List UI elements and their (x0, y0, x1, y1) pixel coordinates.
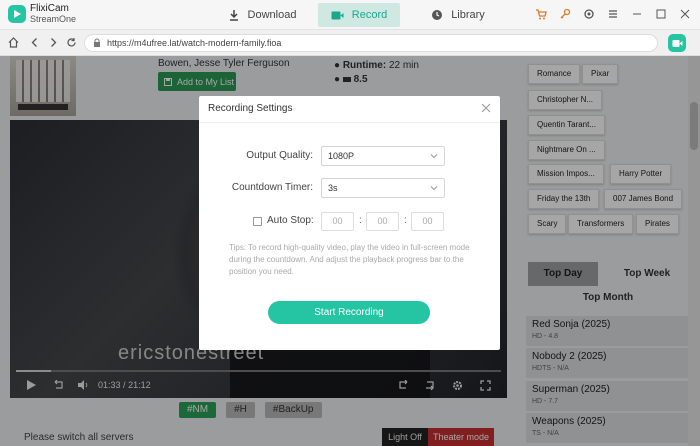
minimize-icon[interactable] (630, 7, 644, 21)
address-bar: https://m4ufree.lat/watch-modern-family.… (0, 30, 700, 56)
cart-icon[interactable] (534, 7, 548, 21)
chevron-down-icon (430, 186, 438, 191)
settings-icon[interactable] (582, 7, 596, 21)
window-controls (534, 7, 692, 21)
key-icon[interactable] (558, 7, 572, 21)
recording-settings-dialog: Recording Settings Output Quality: 1080P… (199, 96, 500, 350)
url-text: https://m4ufree.lat/watch-modern-family.… (107, 38, 282, 48)
chevron-down-icon (430, 154, 438, 159)
start-recording-button[interactable]: Start Recording (268, 301, 430, 324)
record-button[interactable] (668, 34, 686, 52)
auto-stop-seconds-input[interactable]: 00 (411, 212, 444, 231)
tab-library[interactable]: Library (418, 3, 498, 27)
recording-tips: Tips: To record high-quality video, play… (229, 243, 470, 276)
tab-record[interactable]: Record (318, 3, 400, 27)
title-bar: FlixiCam StreamOne Download Record Libra… (0, 0, 700, 30)
camera-icon (672, 39, 682, 47)
url-field[interactable]: https://m4ufree.lat/watch-modern-family.… (84, 34, 658, 52)
app-logo-icon (8, 5, 26, 23)
tab-download[interactable]: Download (212, 3, 312, 27)
lock-icon (94, 38, 100, 47)
app-subname: StreamOne (30, 14, 77, 24)
record-icon (331, 11, 344, 19)
reload-icon[interactable] (66, 37, 77, 51)
auto-stop-minutes-input[interactable]: 00 (366, 212, 399, 231)
home-icon[interactable] (8, 37, 19, 51)
close-window-icon[interactable] (678, 7, 692, 21)
tab-record-label: Record (351, 9, 388, 21)
download-icon (229, 10, 238, 21)
countdown-timer-label: Countdown Timer: (231, 182, 313, 193)
forward-icon[interactable] (48, 37, 58, 51)
time-colon: : (404, 215, 407, 226)
dialog-divider (199, 122, 500, 123)
tab-download-label: Download (247, 9, 297, 21)
menu-icon[interactable] (606, 7, 620, 21)
clock-icon (432, 10, 443, 20)
back-icon[interactable] (30, 37, 40, 51)
auto-stop-hours-input[interactable]: 00 (321, 212, 354, 231)
countdown-timer-select[interactable]: 3s (321, 178, 445, 198)
countdown-timer-value: 3s (328, 183, 338, 193)
app-brand: FlixiCam StreamOne (30, 3, 76, 25)
output-quality-select[interactable]: 1080P (321, 146, 445, 166)
time-colon: : (359, 215, 362, 226)
maximize-icon[interactable] (654, 7, 668, 21)
close-icon[interactable] (480, 102, 492, 114)
output-quality-value: 1080P (328, 151, 355, 161)
dialog-title: Recording Settings (208, 103, 293, 114)
tab-library-label: Library (451, 9, 485, 21)
auto-stop-checkbox[interactable] (253, 217, 262, 226)
auto-stop-label: Auto Stop: (267, 215, 314, 226)
output-quality-label: Output Quality: (246, 150, 313, 161)
app-name: FlixiCam (30, 3, 69, 14)
